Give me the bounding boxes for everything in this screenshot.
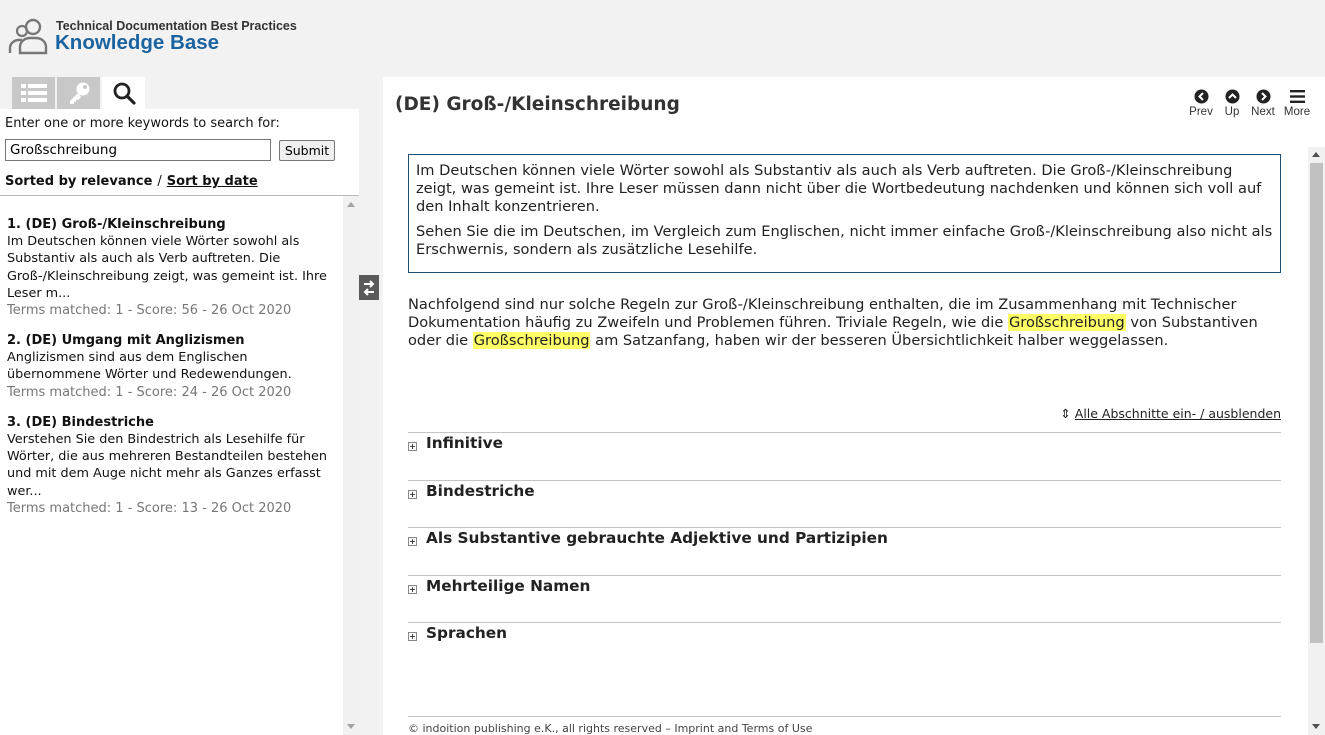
search-label: Enter one or more keywords to search for… (5, 116, 280, 131)
header-title: Knowledge Base (55, 31, 220, 54)
result-meta: Terms matched: 1 - Score: 24 - 26 Oct 20… (7, 384, 292, 400)
section-label[interactable]: Mehrteilige Namen (426, 577, 590, 595)
search-result-item[interactable]: 3. (DE) Bindestriche Verstehen Sie den B… (7, 414, 343, 517)
tab-contents[interactable] (12, 77, 55, 109)
scroll-thumb[interactable] (1310, 163, 1323, 643)
scroll-up-icon[interactable] (1312, 152, 1320, 157)
toggle-all-link[interactable]: Alle Abschnitte ein- / ausblenden (1075, 406, 1281, 421)
scroll-down-icon[interactable] (1312, 724, 1320, 729)
expand-plus-icon[interactable] (408, 585, 417, 594)
section-label[interactable]: Bindestriche (426, 482, 535, 500)
sort-separator: / (157, 174, 162, 189)
search-highlight: Großschreibung (1007, 314, 1126, 331)
search-icon (113, 82, 136, 105)
result-title[interactable]: 1. (DE) Groß-/Kleinschreibung (7, 216, 343, 233)
key-icon (69, 82, 89, 104)
section-bindestriche[interactable]: Bindestriche (408, 480, 1281, 528)
section-label[interactable]: Sprachen (426, 624, 507, 642)
body-text-segment: am Satzanfang, haben wir der besseren Üb… (590, 332, 1169, 349)
submit-button[interactable]: Submit (279, 140, 335, 161)
more-button[interactable]: More (1280, 89, 1314, 118)
search-result-item[interactable]: 2. (DE) Umgang mit Anglizismen Anglizism… (7, 332, 343, 401)
prev-label: Prev (1189, 106, 1213, 118)
tab-search[interactable] (102, 77, 145, 109)
chevron-right-icon (1256, 89, 1270, 104)
more-label: More (1283, 106, 1311, 118)
search-input[interactable] (5, 139, 271, 161)
page-title: (DE) Groß-/Kleinschreibung (395, 94, 680, 115)
chevron-up-icon (1225, 89, 1239, 104)
search-panel: Enter one or more keywords to search for… (0, 109, 359, 196)
toggle-sidebar-button[interactable] (359, 275, 379, 300)
content-scrollbar[interactable] (1308, 147, 1325, 735)
expand-plus-icon[interactable] (408, 537, 417, 546)
expand-collapse-icon: ⇕ (1060, 406, 1071, 421)
search-highlight: Großschreibung (472, 332, 591, 349)
scroll-up-icon[interactable] (347, 202, 355, 207)
user-logo-icon (8, 18, 48, 55)
up-label: Up (1224, 106, 1240, 118)
result-meta: Terms matched: 1 - Score: 56 - 26 Oct 20… (7, 303, 292, 319)
list-icon (20, 84, 47, 102)
intro-box: Im Deutschen können viele Wörter sowohl … (408, 154, 1281, 273)
scroll-down-icon[interactable] (347, 724, 355, 729)
swap-arrows-icon (363, 279, 375, 296)
tab-index[interactable] (57, 77, 100, 109)
section-mehrteilige-namen[interactable]: Mehrteilige Namen (408, 575, 1281, 623)
search-result-item[interactable]: 1. (DE) Groß-/Kleinschreibung Im Deutsch… (7, 216, 343, 319)
search-results: 1. (DE) Groß-/Kleinschreibung Im Deutsch… (0, 196, 343, 735)
section-label[interactable]: Als Substantive gebrauchte Adjektive und… (426, 529, 888, 547)
section-infinitive[interactable]: Infinitive (408, 432, 1281, 480)
expand-plus-icon[interactable] (408, 632, 417, 641)
intro-paragraph: Im Deutschen können viele Wörter sowohl … (416, 162, 1262, 215)
up-button[interactable]: Up (1215, 89, 1249, 118)
section-label[interactable]: Infinitive (426, 434, 503, 452)
sort-row: Sorted by relevance / Sort by date (5, 174, 258, 189)
section-sprachen[interactable]: Sprachen (408, 622, 1281, 670)
sidebar-scrollbar[interactable] (343, 196, 359, 735)
menu-icon (1289, 90, 1305, 103)
section-substantive-adjektive[interactable]: Als Substantive gebrauchte Adjektive und… (408, 527, 1281, 575)
result-description: Anglizismen sind aus dem Englischen über… (7, 350, 292, 383)
sort-by-date-link[interactable]: Sort by date (167, 174, 258, 189)
next-label: Next (1251, 106, 1275, 118)
sort-relevance-label: Sorted by relevance (5, 174, 153, 189)
prev-button[interactable]: Prev (1184, 89, 1218, 118)
expand-plus-icon[interactable] (408, 442, 417, 451)
result-meta: Terms matched: 1 - Score: 13 - 26 Oct 20… (7, 500, 292, 516)
next-button[interactable]: Next (1246, 89, 1280, 118)
intro-paragraph: Sehen Sie die im Deutschen, im Vergleich… (416, 223, 1273, 258)
content-panel: (DE) Groß-/Kleinschreibung Prev Up Next … (383, 77, 1325, 735)
body-paragraph: Nachfolgend sind nur solche Regeln zur G… (408, 296, 1288, 350)
toggle-all-sections[interactable]: ⇕ Alle Abschnitte ein- / ausblenden (1060, 406, 1281, 421)
expand-plus-icon[interactable] (408, 490, 417, 499)
footer: © indoition publishing e.K., all rights … (408, 716, 1281, 735)
chevron-left-icon (1194, 89, 1208, 104)
result-title[interactable]: 3. (DE) Bindestriche (7, 414, 343, 431)
result-description: Im Deutschen können viele Wörter sowohl … (7, 234, 327, 301)
result-title[interactable]: 2. (DE) Umgang mit Anglizismen (7, 332, 343, 349)
result-description: Verstehen Sie den Bindestrich als Lesehi… (7, 431, 328, 499)
